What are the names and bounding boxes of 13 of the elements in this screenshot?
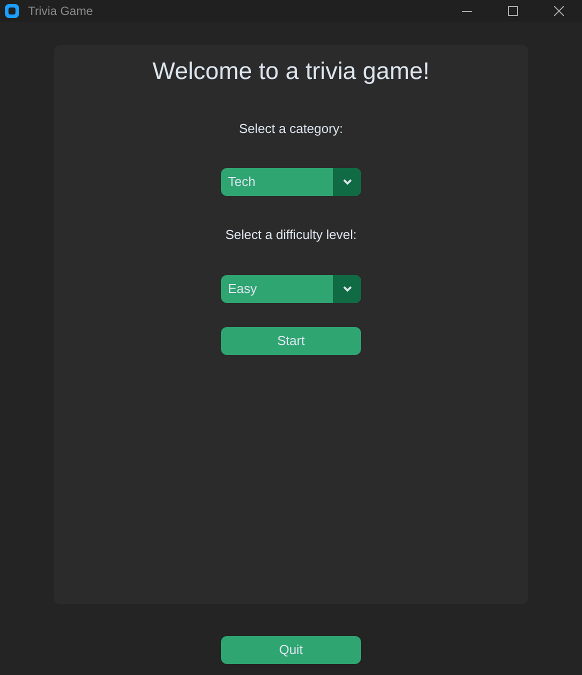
quit-button[interactable]: Quit (221, 636, 361, 664)
dropdown[interactable]: Tech (221, 168, 361, 196)
start-button[interactable]: Start (221, 326, 361, 355)
close-icon[interactable] (554, 6, 564, 16)
maximize-icon[interactable] (508, 6, 518, 16)
select-label: Select a category: (238, 120, 344, 138)
chevron-down-icon (342, 286, 352, 292)
app-icon (4, 3, 20, 19)
heading: Welcome to a trivia game! (152, 58, 430, 87)
chevron-down-icon (342, 179, 352, 186)
dropdown[interactable]: Easy (221, 274, 361, 303)
select-label: Select a difficulty level: (225, 226, 357, 244)
window-title: Trivia Game (28, 3, 93, 20)
